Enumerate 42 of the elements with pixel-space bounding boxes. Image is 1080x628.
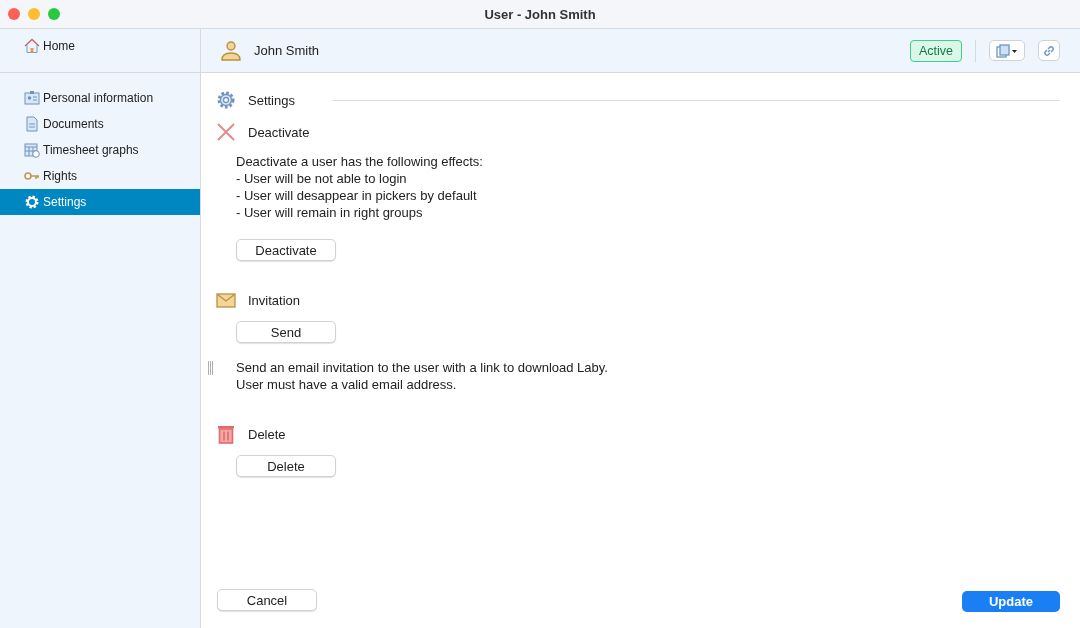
description-text: - User will be not able to login (236, 170, 408, 187)
section-title: Delete (248, 426, 286, 442)
status-badge: Active (909, 39, 962, 62)
link-icon (1043, 44, 1055, 57)
user-name: John Smith (254, 43, 320, 58)
description-text: User must have a valid email address. (236, 376, 458, 393)
action-button[interactable]: Send (236, 321, 336, 343)
close-icon[interactable] (8, 8, 20, 20)
section-title: Invitation (248, 292, 301, 308)
house-icon (24, 38, 40, 54)
description-text: Deactivate a user has the following effects: (236, 153, 484, 170)
sidebar-item[interactable]: Personal information (0, 85, 200, 111)
gear-icon (216, 90, 236, 110)
copy-icon (996, 43, 1018, 58)
description-text: Send an email invitation to the user with a link to download Laby. (236, 359, 609, 376)
page-title: Settings (248, 92, 295, 108)
calendar-icon (24, 142, 40, 158)
section-title: Deactivate (248, 124, 310, 140)
gear-icon (24, 194, 40, 210)
description-text: - User will desappear in pickers by default (236, 187, 478, 204)
zoom-icon[interactable] (48, 8, 60, 20)
sidebar-item[interactable]: Timesheet graphs (0, 137, 200, 163)
resize-handle-icon[interactable] (208, 361, 213, 375)
document-icon (24, 116, 40, 132)
sidebar-item[interactable]: Documents (0, 111, 200, 137)
envelope-icon (216, 290, 236, 310)
sidebar-item[interactable]: Home (0, 38, 200, 54)
trash-icon (216, 424, 236, 444)
copy-dropdown-button[interactable] (989, 40, 1025, 61)
sidebar-item[interactable]: Settings (0, 189, 200, 215)
action-button[interactable]: Deactivate (236, 239, 336, 261)
link-button[interactable] (1038, 40, 1060, 61)
sidebar-item[interactable]: Rights (0, 163, 200, 189)
cross-icon (216, 122, 236, 142)
cancel-button[interactable]: Cancel (217, 589, 317, 611)
window-title: User - John Smith (484, 6, 596, 22)
minimize-icon[interactable] (28, 8, 40, 20)
description-text: - User will remain in right groups (236, 204, 424, 221)
update-button[interactable]: Update (962, 591, 1060, 612)
action-button[interactable]: Delete (236, 455, 336, 477)
id-card-icon (24, 90, 40, 106)
user-icon (220, 39, 242, 62)
